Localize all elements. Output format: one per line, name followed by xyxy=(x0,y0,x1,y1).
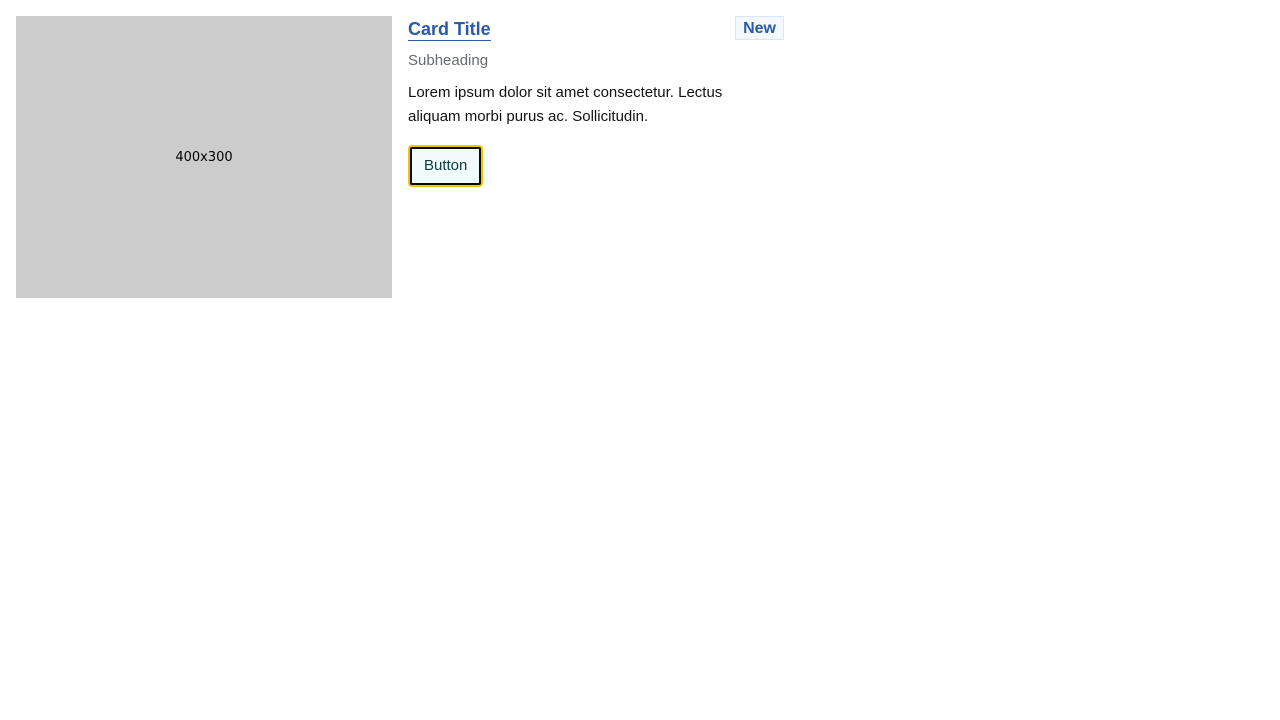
card-subheading: Subheading xyxy=(408,52,489,69)
card-description: Lorem ipsum dolor sit amet consectetur. … xyxy=(408,84,723,125)
card-image-placeholder: 400x300 xyxy=(16,16,392,298)
card-content: Card Title New Subheading Lorem ipsum do… xyxy=(408,16,784,298)
button-focus-ring: Button xyxy=(408,145,484,187)
card: 400x300 Card Title New Subheading Lorem … xyxy=(16,16,784,298)
new-badge: New xyxy=(735,16,784,40)
card-action-button[interactable]: Button xyxy=(410,147,482,185)
image-size-label: 400x300 xyxy=(175,149,233,165)
card-title-link[interactable]: Card Title xyxy=(408,18,491,41)
